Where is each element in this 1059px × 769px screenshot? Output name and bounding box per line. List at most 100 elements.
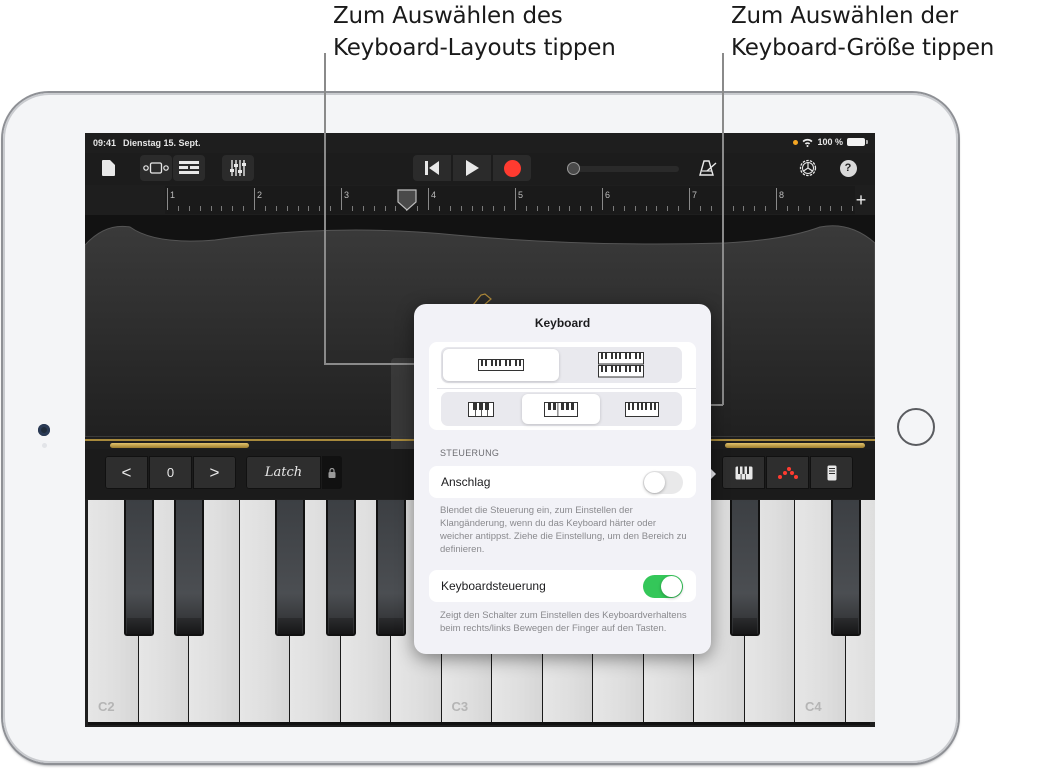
add-section-button[interactable]: + xyxy=(851,190,871,210)
tracks-view-icon[interactable] xyxy=(173,155,205,181)
dual-keyboard-icon xyxy=(598,352,644,378)
toggle-knob xyxy=(661,576,682,597)
play-icon xyxy=(466,160,479,176)
size-option-small[interactable] xyxy=(443,394,519,424)
ruler-bar-tick xyxy=(254,188,255,210)
ruler-minor-tick xyxy=(319,206,321,211)
record-icon xyxy=(503,159,521,177)
ruler-minor-tick xyxy=(569,206,571,211)
leader-size-vertical xyxy=(722,53,724,405)
ruler-minor-tick xyxy=(417,206,419,211)
size-option-medium[interactable] xyxy=(522,394,600,424)
key-label: C3 xyxy=(451,699,469,714)
layout-option-dual[interactable] xyxy=(562,349,680,381)
view-toggle-icon[interactable] xyxy=(140,155,172,181)
black-key[interactable] xyxy=(123,500,154,636)
octave-down-button[interactable]: < xyxy=(105,456,148,489)
play-button[interactable] xyxy=(453,155,491,181)
record-button[interactable] xyxy=(493,155,531,181)
ruler-minor-tick xyxy=(199,206,201,211)
ruler-minor-tick xyxy=(591,206,593,211)
keyboard-control-label: Keyboardsteuerung xyxy=(441,579,546,593)
ruler-minor-tick xyxy=(221,206,223,211)
ruler-minor-tick xyxy=(243,206,245,211)
ruler-minor-tick xyxy=(286,206,288,211)
ruler-minor-tick xyxy=(504,206,506,211)
black-key[interactable] xyxy=(729,500,760,636)
home-button[interactable] xyxy=(897,408,935,446)
ruler-minor-tick xyxy=(732,206,734,211)
ruler-minor-tick xyxy=(710,206,712,211)
document-icon[interactable] xyxy=(97,155,119,181)
ruler-bar-number: 4 xyxy=(431,190,437,200)
playhead-handle[interactable] xyxy=(397,189,417,211)
ruler-bar-tick xyxy=(428,188,429,210)
mixer-icon[interactable] xyxy=(222,155,254,181)
ruler-minor-tick xyxy=(449,206,451,211)
status-time: 09:41 xyxy=(93,138,117,148)
ruler-minor-tick xyxy=(678,206,680,211)
black-key[interactable] xyxy=(325,500,356,636)
timeline-ruler[interactable]: 1 2 3 4 5 6 7 8 xyxy=(165,186,855,214)
battery-percent: 100 % xyxy=(817,137,843,147)
ruler-minor-tick xyxy=(460,206,462,211)
velocity-label: Anschlag xyxy=(441,475,491,489)
ambient-sensor xyxy=(42,443,47,448)
arpeggiator-button[interactable] xyxy=(766,456,809,489)
keyboard-options-card xyxy=(429,342,696,430)
octave-up-button[interactable]: > xyxy=(193,456,236,489)
ruler-minor-tick xyxy=(754,206,756,211)
black-key[interactable] xyxy=(275,500,305,636)
status-indicators: 100 % xyxy=(793,137,868,147)
chevron-left-icon: < xyxy=(121,462,132,482)
metronome-icon[interactable] xyxy=(695,155,721,181)
latch-label: Latch xyxy=(264,465,303,480)
octave-value: 0 xyxy=(149,456,192,489)
keyboard-controls-button[interactable] xyxy=(810,456,853,489)
ruler-minor-tick xyxy=(634,206,636,211)
settings-icon[interactable] xyxy=(795,155,821,181)
options-divider xyxy=(437,388,696,389)
ruler-minor-tick xyxy=(786,206,788,211)
ruler-bar-tick xyxy=(689,188,690,210)
black-key[interactable] xyxy=(376,500,406,636)
ruler-minor-tick xyxy=(765,206,767,211)
latch-lock-button[interactable] xyxy=(322,456,342,489)
latch-button[interactable]: Latch xyxy=(246,456,321,489)
ruler-minor-tick xyxy=(438,206,440,211)
black-key[interactable] xyxy=(830,500,861,636)
ruler-bar-number: 1 xyxy=(170,190,176,200)
size-segmented-control xyxy=(441,392,682,426)
ruler-minor-tick xyxy=(656,206,658,211)
ruler-bar-tick xyxy=(515,188,516,210)
velocity-toggle[interactable] xyxy=(643,471,683,494)
ruler-minor-tick xyxy=(645,206,647,211)
layout-segmented-control xyxy=(441,347,682,383)
medium-keys-icon xyxy=(544,401,578,417)
volume-slider[interactable] xyxy=(567,162,679,176)
size-option-large[interactable] xyxy=(603,394,680,424)
mic-indicator-icon xyxy=(793,139,799,145)
rewind-icon xyxy=(425,161,439,175)
leader-layout-vertical xyxy=(324,53,326,364)
ruler-minor-tick xyxy=(743,206,745,211)
wifi-icon xyxy=(802,138,813,147)
help-button[interactable]: ? xyxy=(835,155,861,181)
layout-option-single[interactable] xyxy=(443,349,559,381)
ruler-minor-tick xyxy=(362,206,364,211)
keyboard-layout-button[interactable] xyxy=(722,456,765,489)
volume-knob[interactable] xyxy=(567,162,580,175)
keyboard-control-toggle[interactable] xyxy=(643,575,683,598)
ruler-minor-tick xyxy=(384,206,386,211)
keyboard-control-row: Keyboardsteuerung xyxy=(429,570,696,602)
rewind-button[interactable] xyxy=(413,155,451,181)
ruler-minor-tick xyxy=(471,206,473,211)
ruler-minor-tick xyxy=(536,206,538,211)
ruler-minor-tick xyxy=(612,206,614,211)
key-label: C2 xyxy=(98,699,115,714)
section-header-controls: STEUERUNG xyxy=(440,448,500,458)
black-key[interactable] xyxy=(174,500,204,636)
ruler-bar-number: 2 xyxy=(257,190,263,200)
ruler-bar-tick xyxy=(167,188,168,210)
keyboard-popover: Keyboard STEUERUNG Anschlag Blendet die … xyxy=(414,304,711,654)
